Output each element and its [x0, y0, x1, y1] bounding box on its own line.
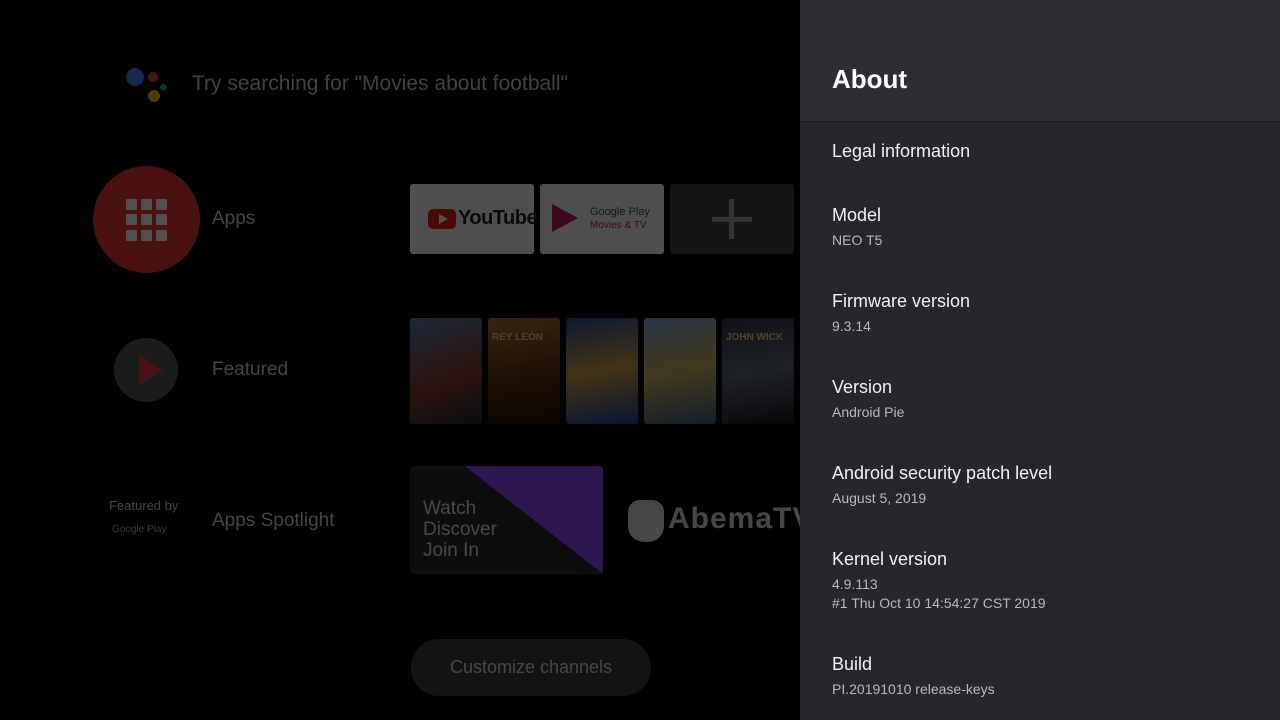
- item-value: Android Pie: [832, 404, 905, 420]
- poster-3[interactable]: [566, 318, 638, 424]
- panel-header: About: [800, 0, 1280, 122]
- abema-mascot-icon: [628, 500, 664, 542]
- item-value: 9.3.14: [832, 318, 871, 334]
- settings-item-version[interactable]: Version Android Pie: [832, 375, 1262, 422]
- item-value: 4.9.113: [832, 576, 878, 592]
- settings-item-legal-information[interactable]: Legal information: [832, 139, 1262, 163]
- customize-channels-button[interactable]: Customize channels: [411, 639, 651, 696]
- item-title: Android security patch level: [832, 463, 1053, 483]
- youtube-logo-text: YouTube: [458, 207, 538, 229]
- poster-4[interactable]: [644, 318, 716, 424]
- item-value: August 5, 2019: [832, 490, 927, 506]
- row-label-featured: Featured: [212, 359, 289, 380]
- settings-item-kernel-version[interactable]: Kernel version 4.9.113 #1 Thu Oct 10 14:…: [832, 547, 1262, 613]
- item-value: NEO T5: [832, 232, 883, 248]
- item-value: PI.20191010 release-keys: [832, 681, 995, 697]
- item-title: Kernel version: [832, 549, 948, 569]
- featured-by-label: Featured by: [109, 498, 179, 513]
- about-panel: About Legal information Model NEO T5 Fir…: [800, 0, 1280, 720]
- poster-2[interactable]: REY LEÓN: [488, 318, 560, 424]
- apps-button[interactable]: [93, 166, 200, 273]
- row-label-apps: Apps: [212, 208, 256, 229]
- row-label-apps-spotlight: Apps Spotlight: [212, 510, 335, 531]
- app-tile-abema[interactable]: AbemaTV: [668, 502, 800, 536]
- google-assistant-icon[interactable]: [124, 64, 168, 108]
- play-movies-line1: Google Play: [590, 206, 650, 218]
- add-app-button[interactable]: [670, 184, 794, 254]
- page-title: About: [832, 64, 908, 94]
- item-title: Legal information: [832, 141, 971, 161]
- search-hint[interactable]: Try searching for "Movies about football…: [192, 72, 568, 96]
- poster-1[interactable]: [410, 318, 482, 424]
- item-title: Version: [832, 377, 893, 397]
- play-store-icon[interactable]: [114, 338, 178, 402]
- app-tile-youtube[interactable]: YouTube: [410, 184, 538, 254]
- settings-item-firmware-version[interactable]: Firmware version 9.3.14: [832, 289, 1262, 336]
- play-movies-icon: [552, 204, 578, 232]
- youtube-play-icon: [428, 209, 456, 229]
- item-value-detail: #1 Thu Oct 10 14:54:27 CST 2019: [832, 595, 1046, 611]
- twitch-tagline: Watch Discover Join In: [423, 498, 497, 561]
- app-tile-twitch[interactable]: Watch Discover Join In: [410, 466, 603, 574]
- home-screen: Try searching for "Movies about football…: [0, 0, 800, 720]
- settings-item-security-patch-level[interactable]: Android security patch level August 5, 2…: [832, 461, 1262, 508]
- app-tile-play-movies[interactable]: Google Play Movies & TV: [540, 184, 664, 254]
- apps-grid-icon: [126, 199, 168, 241]
- item-title: Model: [832, 205, 882, 225]
- play-movies-line2: Movies & TV: [590, 220, 647, 231]
- item-title: Firmware version: [832, 291, 971, 311]
- google-play-logo: Google Play: [112, 524, 167, 535]
- settings-item-model[interactable]: Model NEO T5: [832, 203, 1262, 250]
- settings-item-build[interactable]: Build PI.20191010 release-keys: [832, 652, 1262, 699]
- item-title: Build: [832, 654, 873, 674]
- poster-5[interactable]: JOHN WICK: [722, 318, 794, 424]
